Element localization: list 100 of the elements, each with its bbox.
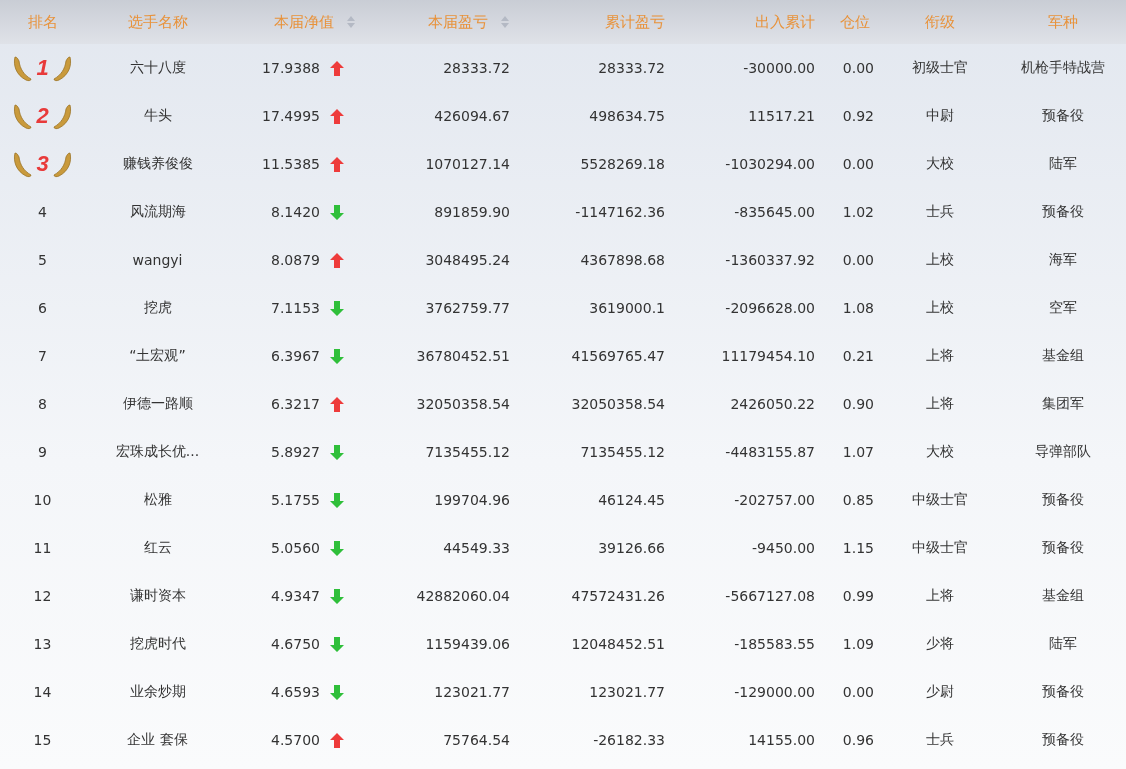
column-header: 军种 [1048, 12, 1078, 32]
net-value: 11.5385 [262, 156, 320, 172]
net-value: 6.3217 [271, 396, 320, 412]
player-name: 企业 套保 [127, 731, 188, 749]
position-cell: 1.09 [842, 636, 874, 652]
rank-number: 1 [36, 55, 49, 81]
grade-cell: 中尉 [926, 107, 954, 125]
rank-number: 10 [33, 492, 52, 508]
rank-number: 9 [38, 444, 47, 460]
profit-cell: 3048495.24 [425, 252, 510, 268]
player-name: 松雅 [143, 491, 172, 509]
total-profit-cell: 28333.72 [598, 60, 665, 76]
position-cell: 0.00 [842, 156, 874, 172]
profit-cell: 3762759.77 [425, 300, 510, 316]
total-profit-cell: 47572431.26 [571, 588, 665, 604]
player-name: 挖虎时代 [129, 635, 186, 653]
branch-cell: 陆军 [1049, 635, 1077, 653]
total-profit-cell: 12048452.51 [571, 636, 665, 652]
player-name: 伊德一路顺 [122, 395, 193, 413]
branch-cell: 预备役 [1042, 683, 1084, 701]
branch-cell: 陆军 [1049, 155, 1077, 173]
grade-cell: 上校 [926, 251, 954, 269]
profit-cell: 123021.77 [434, 684, 510, 700]
flow-cell: 14155.00 [748, 732, 815, 748]
column-header[interactable]: 本届盈亏 [428, 12, 488, 32]
profit-cell: 36780452.51 [416, 348, 510, 364]
grade-cell: 上将 [926, 347, 954, 365]
profit-cell: 1070127.14 [425, 156, 510, 172]
column-header: 出入累计 [755, 12, 815, 32]
total-profit-cell: -1147162.36 [575, 204, 665, 220]
flow-cell: 11517.21 [748, 108, 815, 124]
grade-cell: 大校 [926, 443, 954, 461]
position-cell: 1.07 [842, 444, 874, 460]
player-name: 挖虎 [143, 299, 172, 317]
grade-cell: 中级士官 [912, 491, 968, 509]
rank-number: 5 [38, 252, 47, 268]
position-cell: 0.00 [842, 60, 874, 76]
rank-number: 2 [36, 103, 49, 129]
profit-cell: 426094.67 [434, 108, 510, 124]
grade-cell: 士兵 [926, 203, 954, 221]
total-profit-cell: 39126.66 [598, 540, 665, 556]
rank-number: 4 [38, 204, 47, 220]
net-value: 8.0879 [271, 252, 320, 268]
grade-cell: 中级士官 [912, 539, 968, 557]
rank-number: 13 [33, 636, 52, 652]
flow-cell: 11179454.10 [721, 348, 815, 364]
total-profit-cell: 498634.75 [589, 108, 665, 124]
branch-cell: 集团军 [1042, 395, 1084, 413]
grade-cell: 少将 [926, 635, 954, 653]
sort-icon[interactable] [500, 15, 510, 29]
player-name: 宏珠成长优... [115, 443, 200, 461]
rank-number: 3 [36, 151, 49, 177]
total-profit-cell: 7135455.12 [580, 444, 665, 460]
profit-cell: 75764.54 [443, 732, 510, 748]
grade-cell: 士兵 [926, 731, 954, 749]
column-header: 累计盈亏 [605, 12, 665, 32]
net-value: 7.1153 [271, 300, 320, 316]
player-name: 红云 [143, 539, 172, 557]
column-header: 仓位 [840, 12, 870, 32]
total-profit-cell: 46124.45 [598, 492, 665, 508]
branch-cell: 基金组 [1042, 347, 1084, 365]
profit-cell: 32050358.54 [416, 396, 510, 412]
net-value: 4.6593 [271, 684, 320, 700]
grade-cell: 初级士官 [912, 59, 968, 77]
position-cell: 0.00 [842, 684, 874, 700]
profit-cell: 42882060.04 [416, 588, 510, 604]
column-header[interactable]: 本届净值 [274, 12, 334, 32]
player-name: 谦时资本 [129, 587, 186, 605]
player-name: 风流期海 [129, 203, 186, 221]
position-cell: 0.85 [842, 492, 874, 508]
branch-cell: 基金组 [1042, 587, 1084, 605]
player-name: 业余炒期 [129, 683, 186, 701]
rank-number: 11 [33, 540, 52, 556]
flow-cell: 2426050.22 [730, 396, 815, 412]
player-name: 赚钱养俊俊 [122, 155, 193, 173]
grade-cell: 上将 [926, 395, 954, 413]
profit-cell: 44549.33 [443, 540, 510, 556]
branch-cell: 空军 [1049, 299, 1077, 317]
flow-cell: -5667127.08 [725, 588, 815, 604]
position-cell: 1.08 [842, 300, 874, 316]
position-cell: 0.00 [842, 252, 874, 268]
flow-cell: -1360337.92 [725, 252, 815, 268]
grade-cell: 大校 [926, 155, 954, 173]
sort-icon[interactable] [346, 15, 356, 29]
flow-cell: -129000.00 [734, 684, 815, 700]
total-profit-cell: 123021.77 [589, 684, 665, 700]
total-profit-cell: -26182.33 [593, 732, 665, 748]
profit-cell: 28333.72 [443, 60, 510, 76]
position-cell: 1.02 [842, 204, 874, 220]
flow-cell: -30000.00 [743, 60, 815, 76]
net-value: 4.6750 [271, 636, 320, 652]
player-name: 牛头 [143, 107, 172, 125]
net-value: 4.5700 [271, 732, 320, 748]
flow-cell: -4483155.87 [725, 444, 815, 460]
branch-cell: 预备役 [1042, 107, 1084, 125]
position-cell: 0.99 [842, 588, 874, 604]
position-cell: 0.21 [842, 348, 874, 364]
profit-cell: 199704.96 [434, 492, 510, 508]
rank-number: 6 [38, 300, 47, 316]
flow-cell: -1030294.00 [725, 156, 815, 172]
